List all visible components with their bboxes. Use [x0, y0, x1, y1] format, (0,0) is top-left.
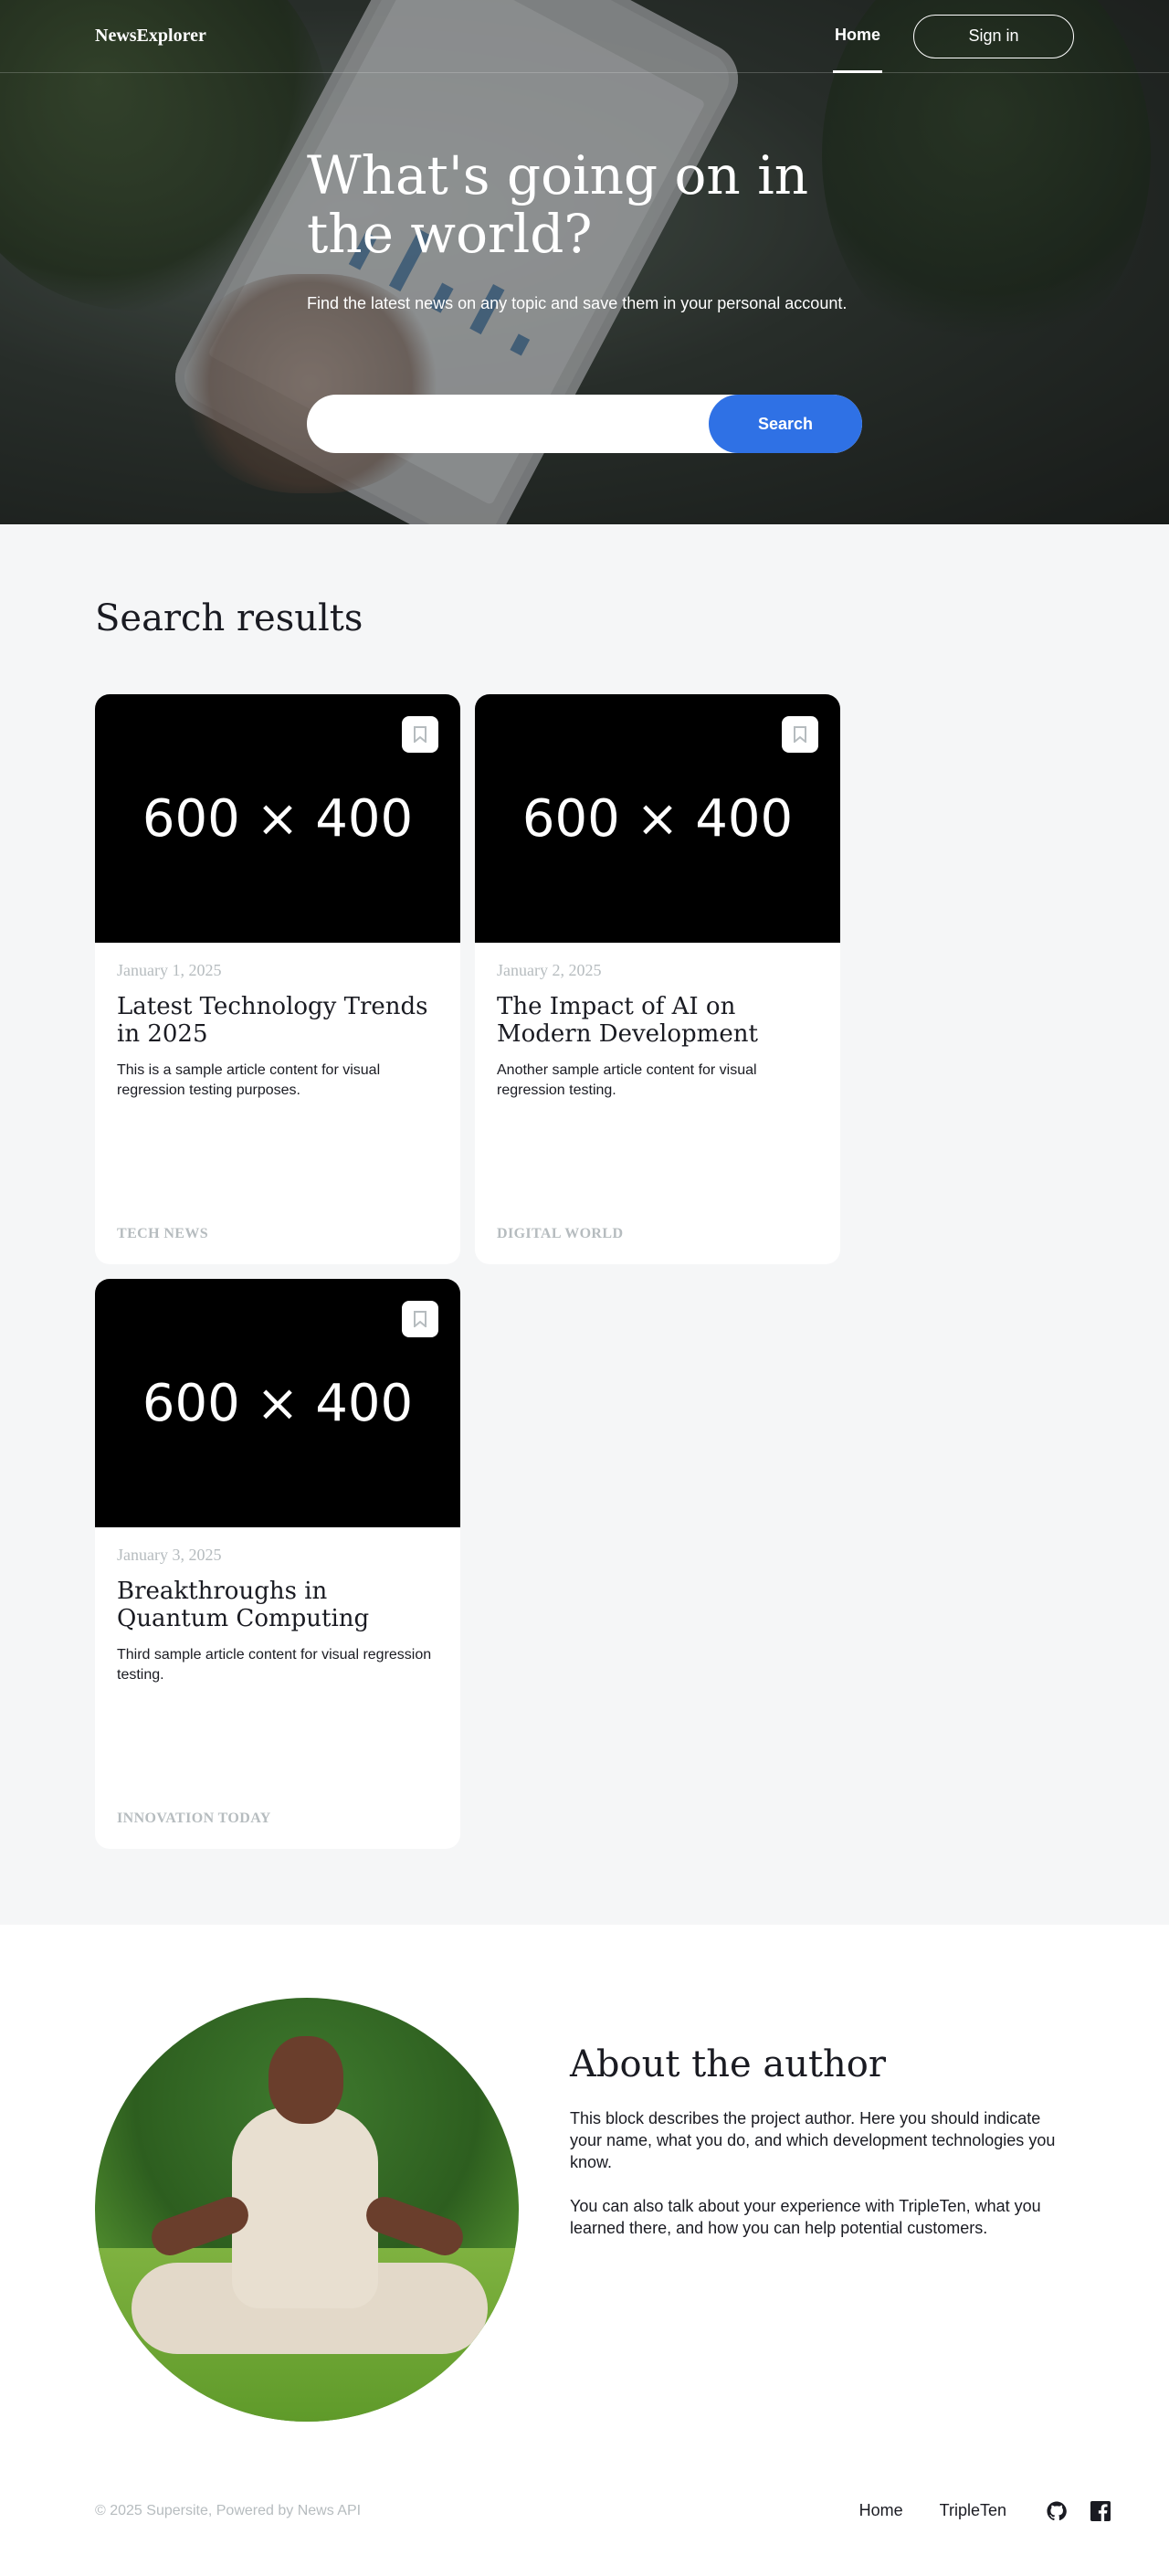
site-footer: © 2025 Supersite, Powered by News API Ho… — [0, 2445, 1169, 2576]
hero-title: What's going on in the world? — [307, 144, 809, 265]
news-card-source: TECH NEWS — [117, 1226, 209, 1241]
news-card-image-placeholder: 600 × 400 — [142, 788, 414, 849]
hero-section: NewsExplorer Home Sign in What's going o… — [0, 0, 1169, 524]
hero-content: What's going on in the world? Find the l… — [307, 146, 862, 314]
news-card-title: Breakthroughs in Quantum Computing — [117, 1578, 370, 1632]
about-author-title: About the author — [570, 2043, 886, 2085]
hero-subtitle: Find the latest news on any topic and sa… — [307, 294, 848, 312]
bookmark-icon — [414, 726, 427, 743]
news-card-date: January 1, 2025 — [117, 961, 222, 979]
bookmark-button[interactable] — [402, 716, 438, 753]
news-card[interactable]: 600 × 400 January 1, 2025 Latest Technol… — [95, 694, 460, 1264]
sign-in-button[interactable]: Sign in — [913, 14, 1074, 58]
news-card-image: 600 × 400 — [95, 694, 460, 943]
footer-copyright: © 2025 Supersite, Powered by News API — [95, 2502, 362, 2518]
news-card-source: INNOVATION TODAY — [117, 1811, 271, 1826]
about-author-paragraph: You can also talk about your experience … — [570, 2197, 1041, 2237]
site-header: NewsExplorer Home Sign in — [0, 0, 1169, 73]
search-results-section: Search results 600 × 400 January 1, 2025… — [0, 524, 1169, 1925]
main-nav: Home Sign in — [832, 0, 1074, 73]
news-card-text: Another sample article content for visua… — [497, 1062, 757, 1098]
bookmark-button[interactable] — [402, 1301, 438, 1337]
bookmark-icon — [794, 726, 806, 743]
github-icon[interactable] — [1047, 2500, 1067, 2521]
news-card-image: 600 × 400 — [475, 694, 840, 943]
news-card-image: 600 × 400 — [95, 1279, 460, 1527]
news-card-title: The Impact of AI on Modern Development — [497, 993, 758, 1048]
facebook-icon[interactable] — [1090, 2500, 1111, 2521]
about-author-section: About the author This block describes th… — [0, 1925, 1169, 2445]
news-card-date: January 3, 2025 — [117, 1546, 222, 1564]
about-author-text: About the author This block describes th… — [570, 1998, 1074, 2445]
news-card-title: Latest Technology Trends in 2025 — [117, 993, 428, 1048]
news-card-date: January 2, 2025 — [497, 961, 602, 979]
footer-home-link[interactable]: Home — [859, 2501, 903, 2520]
bookmark-button[interactable] — [782, 716, 818, 753]
search-button[interactable]: Search — [709, 395, 862, 453]
news-card[interactable]: 600 × 400 January 3, 2025 Breakthroughs … — [95, 1279, 460, 1849]
nav-home-link[interactable]: Home — [832, 0, 882, 73]
about-author-paragraph: This block describes the project author.… — [570, 2109, 1056, 2171]
news-card-image-placeholder: 600 × 400 — [521, 788, 794, 849]
news-card-text: This is a sample article content for vis… — [117, 1062, 381, 1098]
news-card-image-placeholder: 600 × 400 — [142, 1373, 414, 1433]
news-card-source: DIGITAL WORLD — [497, 1226, 624, 1241]
author-photo — [95, 1998, 519, 2422]
footer-nav: Home TripleTen — [859, 2500, 1111, 2521]
search-results-title: Search results — [95, 597, 363, 639]
footer-tripleten-link[interactable]: TripleTen — [940, 2501, 1006, 2520]
site-logo[interactable]: NewsExplorer — [95, 26, 206, 47]
news-card-list: 600 × 400 January 1, 2025 Latest Technol… — [95, 694, 855, 1849]
news-card[interactable]: 600 × 400 January 2, 2025 The Impact of … — [475, 694, 840, 1264]
bookmark-icon — [414, 1311, 427, 1327]
news-card-text: Third sample article content for visual … — [117, 1647, 432, 1683]
search-form: Search — [307, 395, 862, 453]
